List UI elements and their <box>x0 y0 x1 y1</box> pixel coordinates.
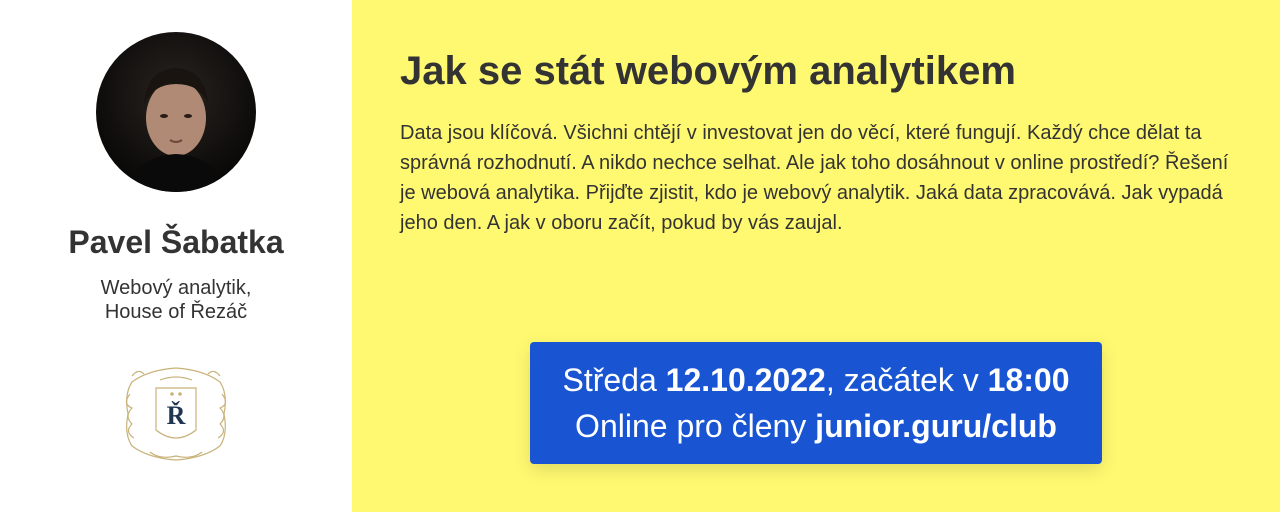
event-banner: Pavel Šabatka Webový analytik, House of … <box>0 0 1280 512</box>
event-location-line: Online pro členy junior.guru/club <box>530 403 1102 449</box>
event-day: Středa <box>562 362 666 398</box>
speaker-photo-icon <box>126 68 226 192</box>
event-date: 12.10.2022 <box>665 362 826 398</box>
speaker-name: Pavel Šabatka <box>68 224 284 260</box>
company-logo-letter: Ř <box>167 401 186 430</box>
event-content: Jak se stát webovým analytikem Data jsou… <box>352 0 1280 512</box>
speaker-panel: Pavel Šabatka Webový analytik, House of … <box>0 0 352 512</box>
house-of-rezac-crest-icon: Ř <box>125 367 227 461</box>
company-logo: Ř <box>120 364 232 464</box>
event-datetime-line: Středa 12.10.2022, začátek v 18:00 <box>530 357 1102 403</box>
event-time: 18:00 <box>987 362 1070 398</box>
event-online-prefix: Online pro členy <box>575 408 816 444</box>
speaker-avatar <box>96 32 256 192</box>
speaker-role-company: House of Řezáč <box>104 301 248 323</box>
event-title: Jak se stát webovým analytikem <box>400 49 1016 93</box>
club-link[interactable]: junior.guru/club <box>815 408 1057 444</box>
event-description: Data jsou klíčová. Všichni chtějí v inve… <box>400 122 1229 234</box>
event-info-box: Středa 12.10.2022, začátek v 18:00 Onlin… <box>530 342 1102 464</box>
event-time-prefix: , začátek v <box>825 362 988 398</box>
speaker-role: Webový analytik, House of Řezáč <box>101 276 252 324</box>
speaker-role-title: Webový analytik, <box>100 277 252 299</box>
